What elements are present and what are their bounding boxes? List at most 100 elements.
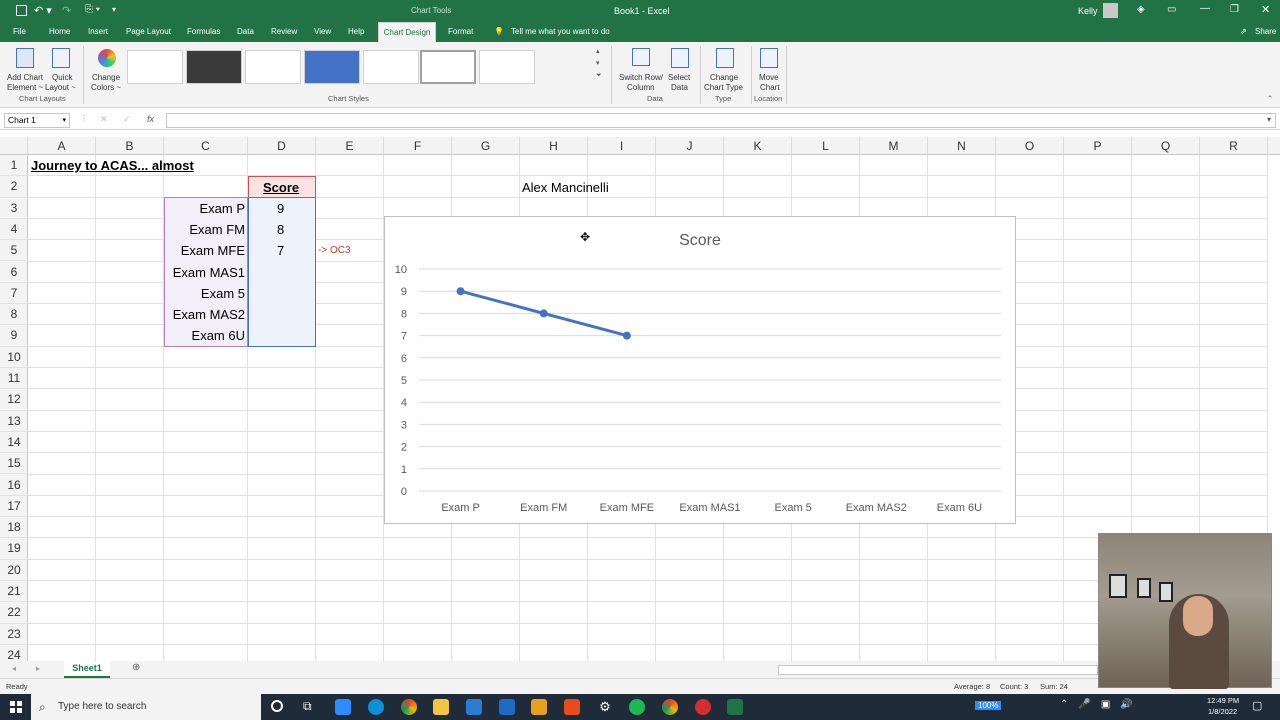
row-header[interactable]: 9 (0, 325, 28, 347)
column-header[interactable]: Q (1132, 137, 1200, 155)
tab-review[interactable]: Review (271, 27, 297, 36)
enter-icon[interactable]: ✓ (123, 114, 131, 125)
move-chart-button[interactable]: Move Chart (755, 46, 783, 94)
change-chart-type-button[interactable]: Change Chart Type (704, 46, 746, 94)
column-header[interactable]: P (1064, 137, 1132, 155)
row-header[interactable]: 6 (0, 262, 28, 283)
cortana-icon[interactable] (271, 700, 283, 712)
column-header[interactable]: D (248, 137, 316, 155)
formula-input[interactable] (166, 113, 1276, 128)
chart-styles-gallery[interactable]: ▴ ▾ ⏷ (124, 42, 608, 98)
row-header[interactable]: 19 (0, 538, 28, 560)
tab-view[interactable]: View (314, 27, 331, 36)
close-icon[interactable]: ✕ (1261, 3, 1270, 16)
customize-qat-icon[interactable]: ▾ (112, 5, 116, 14)
clock-date[interactable]: 1/8/2022 (1208, 707, 1237, 716)
insert-function-icon[interactable]: fx (147, 114, 154, 124)
share-button[interactable]: Share (1255, 27, 1276, 36)
row-header[interactable]: 8 (0, 304, 28, 326)
prev-sheet-icon[interactable]: ◂ (12, 664, 16, 673)
avatar[interactable] (1103, 3, 1118, 18)
column-header[interactable]: E (316, 137, 384, 155)
chart-style-5[interactable] (363, 50, 419, 84)
row-header[interactable]: 15 (0, 453, 28, 475)
next-sheet-icon[interactable]: ▸ (36, 664, 40, 673)
author-name[interactable]: Alex Mancinelli (522, 180, 609, 195)
collapse-ribbon-icon[interactable]: ⌃ (1267, 94, 1273, 103)
tab-home[interactable]: Home (49, 27, 70, 36)
tab-file[interactable]: File (13, 27, 26, 36)
row-header[interactable]: 16 (0, 475, 28, 496)
minimize-icon[interactable]: — (1200, 3, 1210, 14)
horizontal-scrollbar[interactable] (778, 665, 1098, 675)
ribbon-display-icon[interactable]: ▭ (1167, 4, 1176, 15)
row-header[interactable]: 22 (0, 602, 28, 624)
select-data-button[interactable]: Select Data (666, 46, 694, 94)
cancel-icon[interactable]: ✕ (100, 114, 108, 125)
user-name[interactable]: Kelly (1078, 6, 1098, 16)
row-header[interactable]: 17 (0, 496, 28, 518)
score-cell[interactable]: 7 (277, 243, 284, 258)
tab-chart-design[interactable]: Chart Design (378, 22, 436, 42)
exam-name-cell[interactable]: Exam MAS1 (173, 265, 245, 280)
score-cell[interactable]: 8 (277, 222, 284, 237)
row-header[interactable]: 14 (0, 432, 28, 454)
row-header[interactable]: 1 (0, 155, 28, 177)
chart-style-7[interactable] (479, 50, 535, 84)
row-header[interactable]: 11 (0, 368, 28, 390)
column-header[interactable]: C (164, 137, 248, 155)
column-header[interactable]: J (656, 137, 724, 155)
clock-time[interactable]: 12:49 PM (1207, 696, 1239, 705)
mail-icon[interactable] (499, 699, 515, 715)
notification-icon[interactable]: ▢ (1252, 699, 1262, 712)
row-header[interactable]: 21 (0, 581, 28, 603)
quick-layout-button[interactable]: Quick Layout ~ (45, 46, 76, 94)
exam-name-cell[interactable]: Exam P (199, 201, 245, 216)
sheet-tab-sheet1[interactable]: Sheet1 (64, 661, 110, 678)
windows-start-icon[interactable] (10, 701, 22, 713)
exam-name-cell[interactable]: Exam MAS2 (173, 307, 245, 322)
column-header[interactable]: K (724, 137, 792, 155)
column-header[interactable]: A (28, 137, 96, 155)
chart-style-4[interactable] (304, 50, 360, 84)
zoom-app-icon[interactable] (335, 699, 351, 715)
diamond-icon[interactable]: ◈ (1137, 4, 1145, 15)
chart-style-1[interactable] (127, 50, 183, 84)
exam-name-cell[interactable]: Exam 6U (192, 328, 245, 343)
tab-format[interactable]: Format (448, 27, 473, 36)
app-icon-red[interactable] (695, 699, 711, 715)
tell-me-search[interactable]: Tell me what you want to do (511, 27, 610, 36)
formula-options-icon[interactable]: ⋮ (80, 114, 88, 123)
row-header[interactable]: 2 (0, 176, 28, 198)
column-header[interactable]: O (996, 137, 1064, 155)
column-header[interactable]: G (452, 137, 520, 155)
tab-help[interactable]: Help (348, 27, 364, 36)
restore-icon[interactable]: ❐ (1230, 4, 1239, 15)
row-header[interactable]: 7 (0, 283, 28, 305)
column-header[interactable]: L (792, 137, 860, 155)
column-header[interactable]: H (520, 137, 588, 155)
column-header[interactable]: F (384, 137, 452, 155)
column-header[interactable]: R (1200, 137, 1268, 155)
tray-icons[interactable]: ⌃🎤▣🔊 (1060, 699, 1143, 710)
row-header[interactable]: 18 (0, 517, 28, 539)
row-header[interactable]: 12 (0, 389, 28, 411)
task-view-icon[interactable]: ⧉ (303, 699, 312, 714)
file-explorer-icon[interactable] (433, 699, 449, 715)
share-icon[interactable]: ⇗ (1240, 27, 1247, 36)
row-header[interactable]: 13 (0, 411, 28, 432)
row-header[interactable]: 20 (0, 560, 28, 581)
column-header[interactable]: M (860, 137, 928, 155)
chart-style-3[interactable] (245, 50, 301, 84)
select-all-corner[interactable] (0, 137, 28, 155)
note-oc3[interactable]: -> OC3 (318, 245, 351, 256)
column-header[interactable]: N (928, 137, 996, 155)
row-header[interactable]: 4 (0, 219, 28, 241)
change-colors-button[interactable]: Change Colors ~ (90, 46, 124, 94)
add-chart-element-button[interactable]: Add Chart Element ~ (4, 46, 46, 94)
expand-formula-icon[interactable]: ▾ (1267, 115, 1271, 124)
taskbar-search[interactable]: ⌕ Type here to search (31, 694, 261, 720)
spotify-icon[interactable] (629, 699, 645, 715)
tab-data[interactable]: Data (237, 27, 254, 36)
app-icon-orange[interactable] (531, 699, 547, 715)
